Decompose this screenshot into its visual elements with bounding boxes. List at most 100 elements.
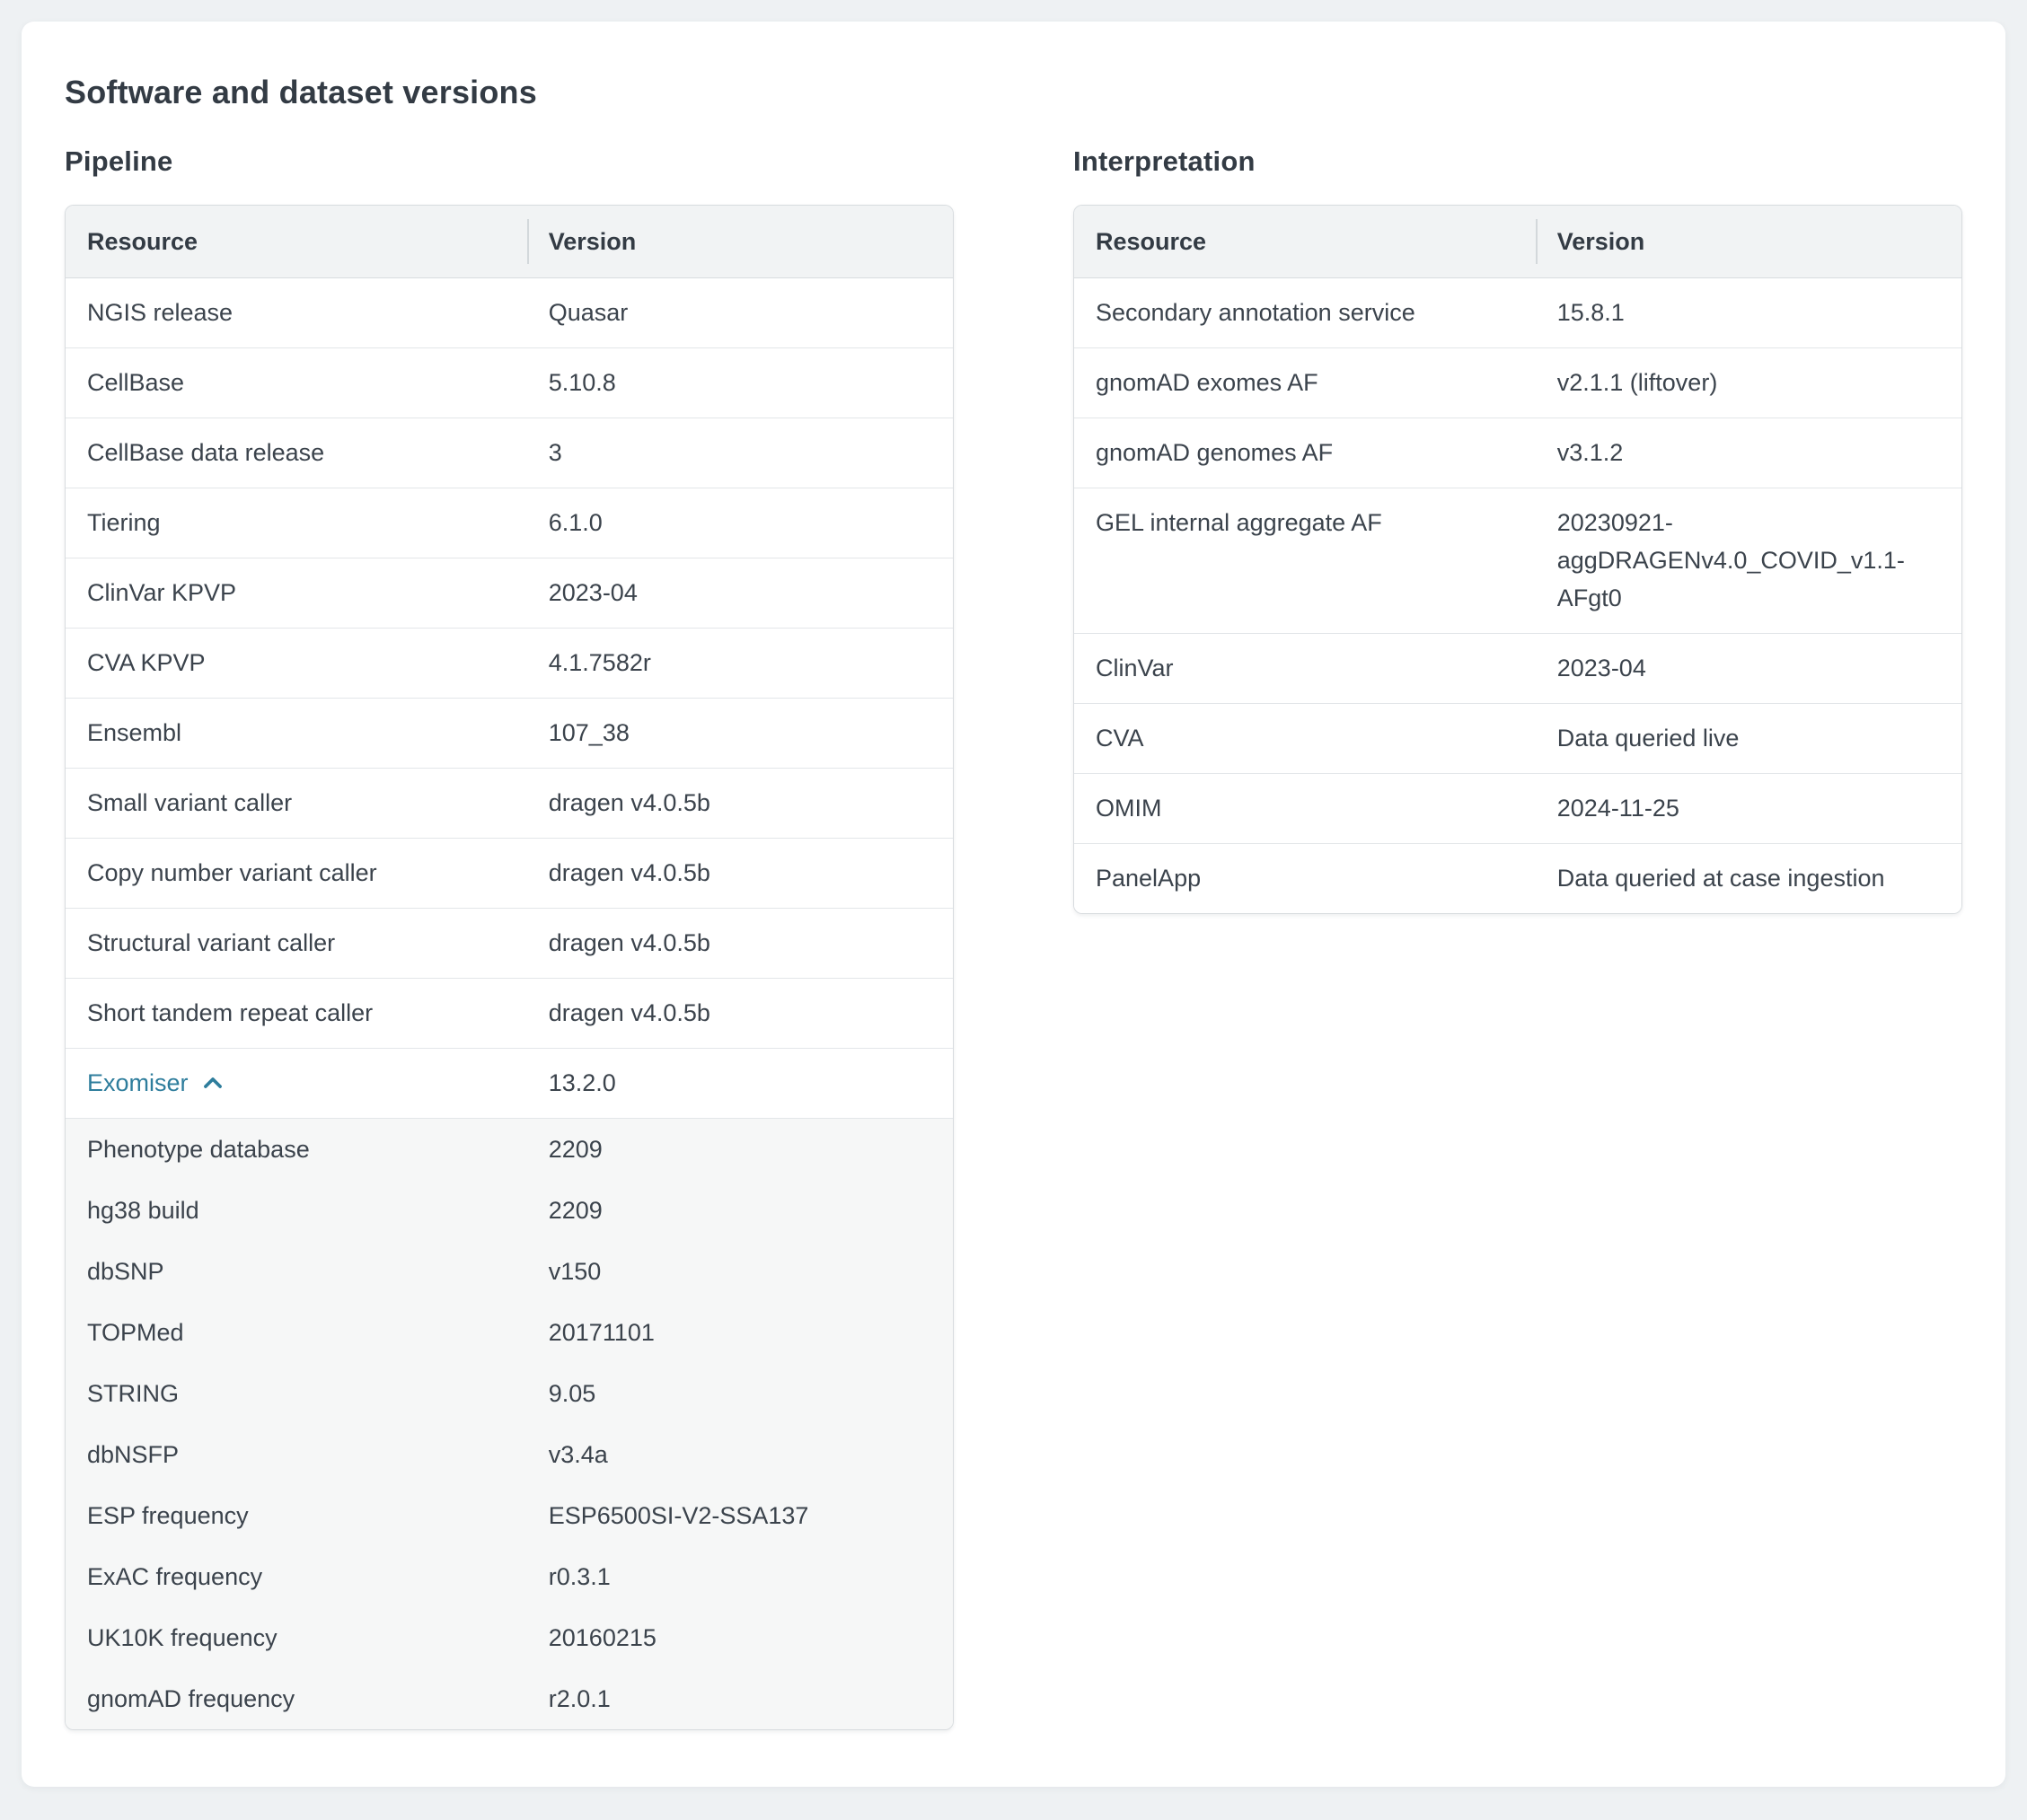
version-cell: v2.1.1 (liftover) <box>1536 348 1961 418</box>
interpretation-section: Interpretation Resource Version Secondar… <box>1073 145 1962 914</box>
exomiser-detail-row: gnomAD frequencyr2.0.1 <box>66 1668 953 1729</box>
exomiser-detail-row: Phenotype database2209 <box>66 1118 953 1180</box>
interpretation-table: Resource Version Secondary annotation se… <box>1073 205 1962 914</box>
exomiser-detail-row: UK10K frequency20160215 <box>66 1607 953 1668</box>
resource-cell: Phenotype database <box>66 1119 527 1180</box>
chevron-up-icon <box>201 1071 225 1095</box>
resource-cell: UK10K frequency <box>66 1607 527 1668</box>
resource-cell: GEL internal aggregate AF <box>1074 488 1536 633</box>
version-cell: v3.4a <box>527 1424 953 1485</box>
version-cell: 2209 <box>527 1180 953 1241</box>
table-row: ClinVar2023-04 <box>1074 633 1961 703</box>
resource-cell: TOPMed <box>66 1302 527 1363</box>
resource-cell: Structural variant caller <box>66 909 527 978</box>
exomiser-detail-row: ExAC frequencyr0.3.1 <box>66 1546 953 1607</box>
column-header-version: Version <box>1536 206 1961 277</box>
version-cell: 9.05 <box>527 1363 953 1424</box>
table-row: Ensembl107_38 <box>66 698 953 768</box>
version-cell: 15.8.1 <box>1536 278 1961 347</box>
version-cell: dragen v4.0.5b <box>527 909 953 978</box>
interpretation-table-body: Secondary annotation service15.8.1gnomAD… <box>1074 278 1961 913</box>
interpretation-heading: Interpretation <box>1073 145 1962 178</box>
table-row: gnomAD exomes AFv2.1.1 (liftover) <box>1074 347 1961 418</box>
resource-cell: Tiering <box>66 488 527 558</box>
table-row: NGIS releaseQuasar <box>66 278 953 347</box>
table-row: Short tandem repeat callerdragen v4.0.5b <box>66 978 953 1048</box>
version-cell: 20160215 <box>527 1607 953 1668</box>
versions-card: Software and dataset versions Pipeline R… <box>22 22 2005 1787</box>
resource-cell: CellBase data release <box>66 418 527 488</box>
version-cell: Data queried live <box>1536 704 1961 773</box>
resource-cell: STRING <box>66 1363 527 1424</box>
resource-cell: PanelApp <box>1074 844 1536 913</box>
resource-cell: gnomAD frequency <box>66 1668 527 1729</box>
pipeline-table-body: NGIS releaseQuasarCellBase5.10.8CellBase… <box>66 278 953 1729</box>
version-cell: v3.1.2 <box>1536 418 1961 488</box>
resource-cell: gnomAD exomes AF <box>1074 348 1536 418</box>
version-cell: 20230921-aggDRAGENv4.0_COVID_v1.1-AFgt0 <box>1536 488 1961 633</box>
table-row: CVAData queried live <box>1074 703 1961 773</box>
version-cell: r0.3.1 <box>527 1546 953 1607</box>
table-row: Secondary annotation service15.8.1 <box>1074 278 1961 347</box>
resource-cell: Short tandem repeat caller <box>66 979 527 1048</box>
version-cell: 2023-04 <box>1536 634 1961 703</box>
version-cell: 6.1.0 <box>527 488 953 558</box>
resource-cell: gnomAD genomes AF <box>1074 418 1536 488</box>
table-row: Structural variant callerdragen v4.0.5b <box>66 908 953 978</box>
version-cell: 13.2.0 <box>527 1049 953 1118</box>
exomiser-toggle[interactable]: Exomiser <box>87 1064 225 1102</box>
table-row: ClinVar KPVP2023-04 <box>66 558 953 628</box>
pipeline-heading: Pipeline <box>65 145 954 178</box>
table-row: CellBase data release3 <box>66 418 953 488</box>
exomiser-detail-row: hg38 build2209 <box>66 1180 953 1241</box>
version-cell: 5.10.8 <box>527 348 953 418</box>
column-header-resource: Resource <box>1074 206 1536 277</box>
exomiser-row: Exomiser 13.2.0 <box>66 1048 953 1118</box>
resource-cell: NGIS release <box>66 278 527 347</box>
version-cell: Quasar <box>527 278 953 347</box>
resource-cell: dbSNP <box>66 1241 527 1302</box>
version-cell: 3 <box>527 418 953 488</box>
table-row: CVA KPVP4.1.7582r <box>66 628 953 698</box>
version-cell: Data queried at case ingestion <box>1536 844 1961 913</box>
table-row: Tiering6.1.0 <box>66 488 953 558</box>
version-cell: 2209 <box>527 1119 953 1180</box>
exomiser-detail-row: dbNSFPv3.4a <box>66 1424 953 1485</box>
resource-cell: ExAC frequency <box>66 1546 527 1607</box>
resource-cell: CVA KPVP <box>66 629 527 698</box>
version-cell: 2024-11-25 <box>1536 774 1961 843</box>
table-row: CellBase5.10.8 <box>66 347 953 418</box>
columns-layout: Pipeline Resource Version NGIS releaseQu… <box>65 145 1962 1730</box>
resource-cell: ClinVar <box>1074 634 1536 703</box>
resource-cell: CVA <box>1074 704 1536 773</box>
resource-cell: Secondary annotation service <box>1074 278 1536 347</box>
version-cell: ESP6500SI-V2-SSA137 <box>527 1485 953 1546</box>
pipeline-section: Pipeline Resource Version NGIS releaseQu… <box>65 145 954 1730</box>
table-row: PanelAppData queried at case ingestion <box>1074 843 1961 913</box>
interpretation-table-header: Resource Version <box>1074 206 1961 278</box>
column-header-version: Version <box>527 206 953 277</box>
pipeline-table-header: Resource Version <box>66 206 953 278</box>
resource-cell: Small variant caller <box>66 769 527 838</box>
page-title: Software and dataset versions <box>65 74 1962 111</box>
resource-cell: CellBase <box>66 348 527 418</box>
table-row: GEL internal aggregate AF20230921-aggDRA… <box>1074 488 1961 633</box>
version-cell: dragen v4.0.5b <box>527 769 953 838</box>
version-cell: 107_38 <box>527 699 953 768</box>
version-cell: 20171101 <box>527 1302 953 1363</box>
resource-cell: OMIM <box>1074 774 1536 843</box>
resource-cell: hg38 build <box>66 1180 527 1241</box>
version-cell: dragen v4.0.5b <box>527 839 953 908</box>
version-cell: v150 <box>527 1241 953 1302</box>
version-cell: dragen v4.0.5b <box>527 979 953 1048</box>
exomiser-detail-row: STRING9.05 <box>66 1363 953 1424</box>
table-row: OMIM2024-11-25 <box>1074 773 1961 843</box>
resource-cell: ClinVar KPVP <box>66 558 527 628</box>
version-cell: 4.1.7582r <box>527 629 953 698</box>
exomiser-detail-row: TOPMed20171101 <box>66 1302 953 1363</box>
version-cell: 2023-04 <box>527 558 953 628</box>
resource-cell: Ensembl <box>66 699 527 768</box>
table-row: gnomAD genomes AFv3.1.2 <box>1074 418 1961 488</box>
resource-cell: ESP frequency <box>66 1485 527 1546</box>
pipeline-table: Resource Version NGIS releaseQuasarCellB… <box>65 205 954 1730</box>
